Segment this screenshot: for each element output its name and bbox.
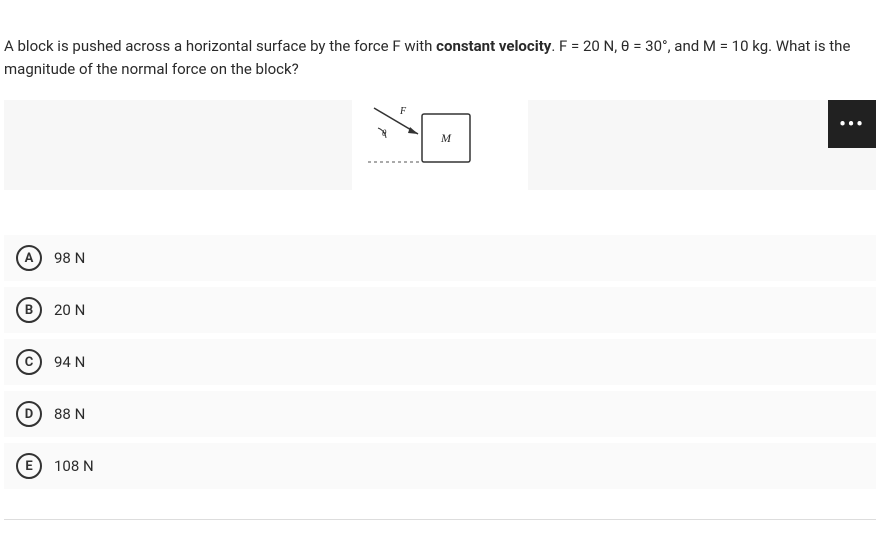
- option-text: 20 N: [54, 301, 85, 319]
- option-c[interactable]: C 94 N: [4, 339, 876, 385]
- option-letter: A: [16, 245, 42, 271]
- physics-diagram: M F θ: [352, 100, 528, 190]
- option-letter: C: [16, 349, 42, 375]
- option-text: 108 N: [54, 457, 94, 475]
- answer-options: A 98 N B 20 N C 94 N D 88 N E 108 N: [4, 235, 876, 489]
- question-text: A block is pushed across a horizontal su…: [4, 35, 876, 80]
- question-bold: constant velocity: [436, 37, 551, 55]
- option-e[interactable]: E 108 N: [4, 443, 876, 489]
- option-text: 88 N: [54, 405, 85, 423]
- section-divider: [4, 519, 876, 520]
- option-b[interactable]: B 20 N: [4, 287, 876, 333]
- force-label: F: [399, 106, 407, 117]
- ellipsis-icon: •••: [839, 114, 864, 135]
- option-d[interactable]: D 88 N: [4, 391, 876, 437]
- diagram-image: M F θ: [352, 100, 528, 190]
- option-letter: D: [16, 401, 42, 427]
- question-prefix: A block is pushed across a horizontal su…: [4, 37, 436, 55]
- option-text: 94 N: [54, 353, 85, 371]
- diagram-container: M F θ •••: [4, 100, 876, 190]
- option-a[interactable]: A 98 N: [4, 235, 876, 281]
- mass-label: M: [440, 131, 452, 145]
- more-options-button[interactable]: •••: [828, 100, 876, 148]
- option-letter: E: [16, 453, 42, 479]
- option-text: 98 N: [54, 249, 85, 267]
- option-letter: B: [16, 297, 42, 323]
- angle-label: θ: [382, 128, 387, 138]
